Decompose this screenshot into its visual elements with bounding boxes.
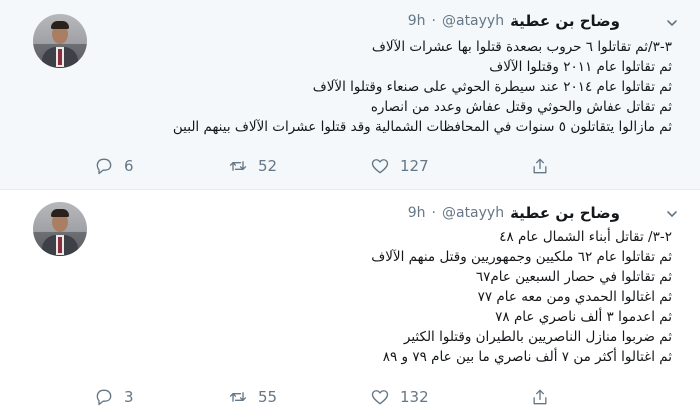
- user-handle[interactable]: @atayyh: [442, 13, 504, 29]
- separator-dot: ·: [431, 13, 436, 29]
- tweet-text: ٣-٣/ثم تقاتلوا ٦ حروب بصعدة قتلوا بها عش…: [112, 37, 672, 137]
- author-name[interactable]: وضاح بن عطية: [510, 204, 620, 222]
- tweet-time[interactable]: 9h: [408, 13, 426, 29]
- tweet-line: ثم تقاتلوا عام ٢٠١٤ عند سيطرة الحوثي على…: [312, 79, 672, 95]
- tweet-header: 9h · @atayyh وضاح بن عطية: [408, 204, 620, 222]
- tweet-line: ثم تقاتل عفاش والحوثي وقتل عفاش وعدد من …: [370, 99, 672, 115]
- chevron-down-icon[interactable]: [666, 17, 678, 29]
- retweet-button[interactable]: 52: [228, 156, 277, 176]
- reply-count: 6: [124, 157, 134, 175]
- author-name[interactable]: وضاح بن عطية: [510, 12, 620, 30]
- tweet-time[interactable]: 9h: [408, 205, 426, 221]
- share-button[interactable]: [530, 387, 550, 407]
- tweet-actions: 6 52 127: [94, 156, 614, 178]
- reply-icon: [96, 389, 112, 406]
- tweet[interactable]: 9h · @atayyh وضاح بن عطية ٢-٣/ تقاتل أبن…: [0, 191, 700, 420]
- heart-icon: [371, 159, 389, 174]
- tweet-line: ٢-٣/ تقاتل أبناء الشمال عام ٤٨: [499, 229, 672, 245]
- retweet-icon: [229, 392, 247, 402]
- like-button[interactable]: 132: [370, 387, 429, 407]
- avatar[interactable]: [33, 202, 87, 256]
- like-count: 127: [400, 157, 429, 175]
- share-button[interactable]: [530, 156, 550, 176]
- tweet-line: ثم تقاتلوا عام ٢٠١١ وقتلوا الآلاف: [489, 59, 672, 75]
- tweet-line: ٣-٣/ثم تقاتلوا ٦ حروب بصعدة قتلوا بها عش…: [371, 39, 672, 55]
- tweet-text: ٢-٣/ تقاتل أبناء الشمال عام ٤٨ ثم تقاتلو…: [112, 227, 672, 367]
- retweet-button[interactable]: 55: [228, 387, 277, 407]
- separator-dot: ·: [431, 205, 436, 221]
- avatar[interactable]: [33, 14, 87, 68]
- like-button[interactable]: 127: [370, 156, 429, 176]
- reply-count: 3: [124, 388, 134, 406]
- tweet-line: ثم مازالوا يتقاتلون ٥ سنوات في المحافظات…: [172, 119, 672, 135]
- share-icon: [533, 389, 547, 405]
- retweet-count: 52: [258, 157, 278, 175]
- tweet-line: ثم تقاتلوا عام ٦٢ ملكيين وجمهوريين وقتل …: [371, 249, 672, 265]
- like-count: 132: [400, 388, 429, 406]
- tweet-line: ثم اعدموا ٣ ألف ناصري عام ٧٨: [495, 309, 672, 325]
- retweet-count: 55: [258, 388, 278, 406]
- tweet-line: ثم اغتالوا الحمدي ومن معه عام ٧٧: [477, 289, 672, 305]
- heart-icon: [371, 390, 389, 405]
- chevron-down-icon[interactable]: [666, 208, 678, 220]
- tweet-line: ثم ضربوا منازل الناصريين بالطيران وقتلوا…: [403, 329, 672, 345]
- tweet-header: 9h · @atayyh وضاح بن عطية: [408, 12, 620, 30]
- reply-button[interactable]: 3: [94, 387, 134, 407]
- user-handle[interactable]: @atayyh: [442, 205, 504, 221]
- share-icon: [533, 158, 547, 174]
- tweet-actions: 3 55 132: [94, 387, 614, 409]
- retweet-icon: [229, 161, 247, 171]
- reply-button[interactable]: 6: [94, 156, 134, 176]
- reply-icon: [96, 158, 112, 175]
- tweet-line: ثم اغتالوا أكثر من ٧ ألف ناصري ما بين عا…: [382, 349, 672, 365]
- tweet[interactable]: 9h · @atayyh وضاح بن عطية ٣-٣/ثم تقاتلوا…: [0, 0, 700, 190]
- tweet-line: ثم تقاتلوا في حصار السبعين عام٦٧: [475, 269, 672, 285]
